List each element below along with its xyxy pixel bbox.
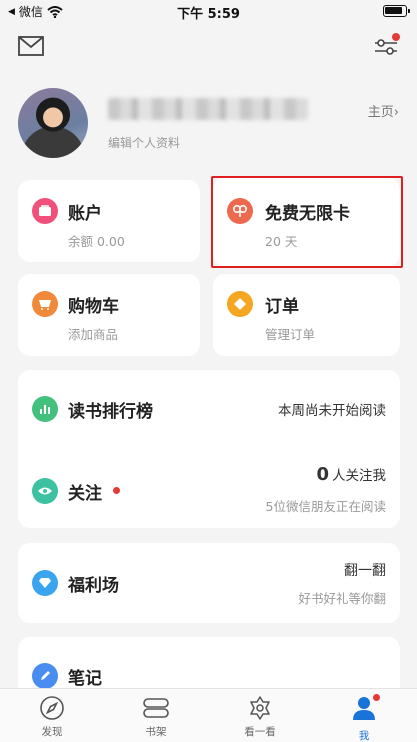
pen-icon xyxy=(32,663,58,689)
cart-title: 购物车 xyxy=(68,297,119,317)
wallet-icon xyxy=(32,198,58,224)
orders-icon xyxy=(227,291,253,317)
avatar[interactable] xyxy=(18,88,88,158)
ranking-row[interactable]: 读书排行榜 本周尚未开始阅读 xyxy=(18,370,400,448)
follower-count: 0 xyxy=(316,464,329,485)
eye-icon xyxy=(32,478,58,504)
battery-icon xyxy=(383,5,410,17)
tab-me-label: 我 xyxy=(358,730,370,742)
account-balance: 余额 0.00 xyxy=(68,234,125,249)
notification-dot xyxy=(392,33,400,41)
status-time: 下午 5:59 xyxy=(177,7,240,22)
orders-title: 订单 xyxy=(265,297,299,317)
cart-icon xyxy=(32,291,58,317)
tab-bar: 发现 书架 看一看 我 xyxy=(0,688,417,742)
ranking-icon xyxy=(32,396,58,422)
welfare-flip: 翻一翻 xyxy=(344,563,386,579)
edit-profile-link[interactable]: 编辑个人资料 xyxy=(108,134,180,151)
follow-title: 关注 xyxy=(68,484,102,504)
chevron-right-icon: › xyxy=(393,105,399,120)
cart-sub: 添加商品 xyxy=(68,327,119,342)
notes-title: 笔记 xyxy=(68,669,102,689)
welfare-sub: 好书好礼等你翻 xyxy=(298,591,386,606)
orders-tile[interactable]: 订单 管理订单 xyxy=(213,274,400,356)
welfare-title: 福利场 xyxy=(68,576,119,596)
bookshelf-icon xyxy=(143,698,169,718)
status-bar: ◀ 微信 下午 5:59 xyxy=(0,0,417,22)
look-icon xyxy=(250,696,270,720)
diamond-icon xyxy=(32,570,58,596)
settings-sliders-icon[interactable] xyxy=(372,33,400,58)
me-notification-dot xyxy=(372,693,381,702)
tab-bookshelf-label: 书架 xyxy=(145,726,167,738)
tab-discover[interactable]: 发现 xyxy=(12,689,92,742)
ranking-status: 本周尚未开始阅读 xyxy=(278,403,386,419)
follow-new-dot xyxy=(113,487,120,494)
compass-icon xyxy=(40,696,64,720)
account-title: 账户 xyxy=(68,204,102,224)
homepage-link[interactable]: 主页› xyxy=(368,101,399,120)
welfare-card[interactable]: 福利场 翻一翻 好书好礼等你翻 xyxy=(18,543,400,623)
ranking-title: 读书排行榜 xyxy=(68,402,153,422)
homepage-label: 主页 xyxy=(367,105,394,120)
follower-suffix: 人关注我 xyxy=(332,468,386,484)
friends-reading: 5位微信朋友正在阅读 xyxy=(265,499,386,514)
tab-look[interactable]: 看一看 xyxy=(220,689,300,742)
highlight-box xyxy=(211,176,403,268)
tab-bookshelf[interactable]: 书架 xyxy=(116,689,196,742)
account-tile[interactable]: 账户 余额 0.00 xyxy=(18,180,200,262)
tab-me[interactable]: 我 xyxy=(324,689,404,742)
follow-row[interactable]: 关注 0 人关注我 5位微信朋友正在阅读 xyxy=(18,448,400,528)
tab-discover-label: 发现 xyxy=(41,726,63,738)
reading-card: 读书排行榜 本周尚未开始阅读 关注 0 人关注我 5位微信朋友正在阅读 xyxy=(18,370,400,528)
follow-count-line: 0 人关注我 xyxy=(316,464,386,485)
orders-sub: 管理订单 xyxy=(265,327,316,342)
username-blurred xyxy=(108,98,308,120)
mail-icon[interactable] xyxy=(18,36,44,56)
cart-tile[interactable]: 购物车 添加商品 xyxy=(18,274,200,356)
tab-look-label: 看一看 xyxy=(244,726,276,738)
